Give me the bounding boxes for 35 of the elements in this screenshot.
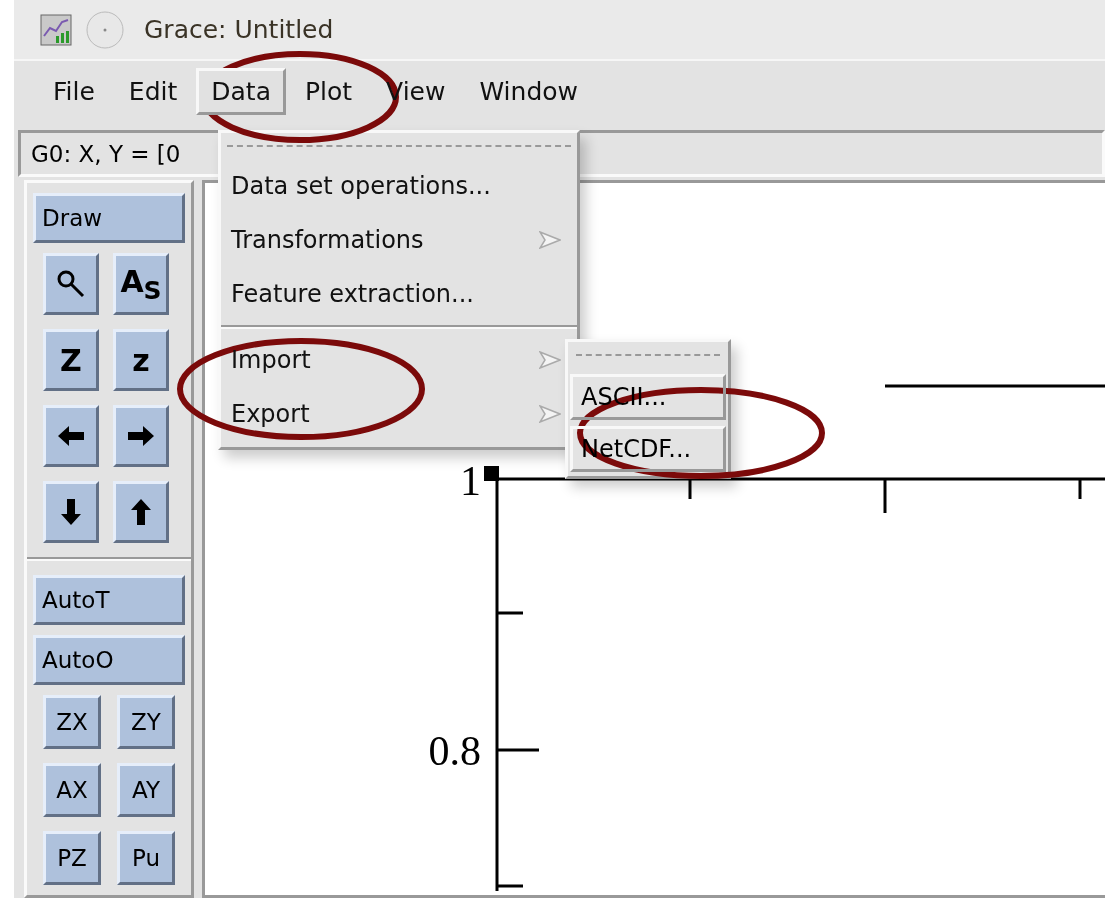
tool-button[interactable]: A$_{S}$	[113, 253, 169, 315]
tool-button[interactable]: Pu	[117, 831, 175, 885]
axis-tick-label: 1	[460, 458, 481, 504]
window-title: Grace: Untitled	[144, 15, 334, 45]
draw-button[interactable]: Draw	[33, 193, 185, 243]
submenu-arrow-icon	[539, 405, 561, 423]
auto-button[interactable]: AutoT	[33, 575, 185, 625]
submenu-arrow-icon	[539, 231, 561, 249]
menu-entry[interactable]: Feature extraction...	[221, 267, 561, 321]
menu-item[interactable]: Edit	[113, 68, 193, 116]
submenu-arrow-icon	[539, 351, 561, 369]
axis-tick-label: 0.8	[428, 728, 481, 774]
tool-button[interactable]	[43, 253, 99, 315]
menu-item[interactable]: Plot	[289, 68, 368, 116]
menu-entry[interactable]: Import	[221, 333, 561, 387]
tool-button[interactable]: ZX	[43, 695, 101, 749]
tool-button[interactable]: PZ	[43, 831, 101, 885]
auto-button[interactable]: AutoO	[33, 635, 185, 685]
menu-entry[interactable]: Export	[221, 387, 561, 441]
tool-button[interactable]	[43, 405, 99, 467]
tool-button[interactable]: AY	[117, 763, 175, 817]
tool-button[interactable]: AX	[43, 763, 101, 817]
tool-button[interactable]	[113, 481, 169, 543]
menu-item[interactable]: File	[38, 68, 110, 116]
menu-item[interactable]: Window	[464, 68, 593, 116]
tool-button[interactable]: ZY	[117, 695, 175, 749]
app-icon	[40, 13, 72, 46]
tool-button[interactable]: z	[113, 329, 169, 391]
magnifier-icon	[56, 269, 86, 299]
tool-button[interactable]	[43, 481, 99, 543]
menu-item[interactable]: Data	[196, 68, 286, 116]
menu-entry[interactable]: Transformations	[221, 213, 561, 267]
tool-button[interactable]	[113, 405, 169, 467]
tool-button[interactable]: Z	[43, 329, 99, 391]
corner-handle[interactable]	[484, 466, 499, 481]
